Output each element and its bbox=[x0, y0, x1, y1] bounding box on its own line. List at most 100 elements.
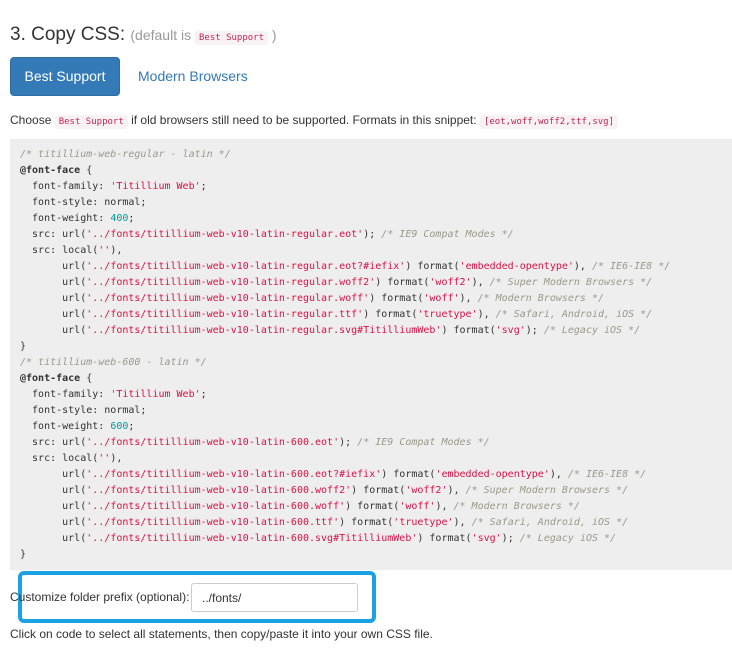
code-token: ); bbox=[525, 325, 544, 336]
code-line: src: url('../fonts/titillium-web-v10-lat… bbox=[20, 227, 732, 243]
code-token: 'truetype' bbox=[393, 517, 454, 528]
code-token: '' bbox=[98, 245, 111, 256]
code-token: url( bbox=[20, 469, 87, 480]
code-token: 'truetype' bbox=[417, 309, 478, 320]
code-token: 'woff2' bbox=[405, 485, 448, 496]
code-line: url('../fonts/titillium-web-v10-latin-60… bbox=[20, 531, 732, 547]
code-line: url('../fonts/titillium-web-v10-latin-re… bbox=[20, 259, 732, 275]
code-token: ) format( bbox=[381, 469, 436, 480]
default-hint-tag: Best Support bbox=[194, 31, 269, 45]
code-token: ), bbox=[549, 469, 568, 480]
code-token: /* IE9 Compat Modes */ bbox=[381, 229, 514, 240]
code-token: ), bbox=[110, 453, 123, 464]
code-token: '../fonts/titillium-web-v10-latin-regula… bbox=[86, 229, 364, 240]
choose-middle: if old browsers still need to be support… bbox=[131, 113, 477, 127]
code-token: /* Legacy iOS */ bbox=[519, 533, 617, 544]
code-token: url( bbox=[20, 277, 87, 288]
code-token: 600 bbox=[110, 421, 129, 432]
modern-browsers-button[interactable]: Modern Browsers bbox=[126, 57, 260, 96]
choose-description: Choose Best Support if old browsers stil… bbox=[10, 113, 618, 129]
code-token: /* Super Modern Browsers */ bbox=[465, 485, 629, 496]
code-token: ), bbox=[459, 293, 478, 304]
code-token: '../fonts/titillium-web-v10-latin-600.eo… bbox=[86, 469, 382, 480]
default-hint: (default is Best Support ) bbox=[130, 27, 277, 45]
code-line: font-style: normal; bbox=[20, 195, 732, 211]
code-token: '../fonts/titillium-web-v10-latin-600.eo… bbox=[86, 437, 340, 448]
code-line: @font-face { bbox=[20, 163, 732, 179]
folder-prefix-input[interactable] bbox=[191, 583, 358, 612]
code-token: font-style: normal; bbox=[20, 405, 147, 416]
code-token: 'woff2' bbox=[429, 277, 472, 288]
code-token: 'svg' bbox=[495, 325, 526, 336]
code-token: ) format( bbox=[351, 485, 406, 496]
code-token: '../fonts/titillium-web-v10-latin-600.wo… bbox=[86, 501, 346, 512]
default-hint-prefix: (default is bbox=[130, 27, 192, 43]
code-token: ; bbox=[200, 181, 207, 192]
code-token: src: local( bbox=[20, 245, 99, 256]
prefix-label: Customize folder prefix (optional): bbox=[10, 590, 190, 604]
code-token: /* Modern Browsers */ bbox=[477, 293, 605, 304]
code-token: ), bbox=[471, 277, 490, 288]
code-token: /* titillium-web-600 - latin */ bbox=[20, 357, 207, 368]
code-token: src: url( bbox=[20, 229, 87, 240]
formats-tag: [eot,woff,woff2,ttf,svg] bbox=[479, 115, 618, 129]
code-token: url( bbox=[20, 309, 87, 320]
code-line: url('../fonts/titillium-web-v10-latin-60… bbox=[20, 483, 732, 499]
code-token: '../fonts/titillium-web-v10-latin-600.sv… bbox=[86, 533, 418, 544]
code-token: '' bbox=[98, 453, 111, 464]
code-token: '../fonts/titillium-web-v10-latin-regula… bbox=[86, 261, 406, 272]
code-token: /* Legacy iOS */ bbox=[543, 325, 641, 336]
code-token: ) format( bbox=[441, 325, 496, 336]
footnote: Click on code to select all statements, … bbox=[10, 627, 433, 641]
code-token: /* Safari, Android, iOS */ bbox=[495, 309, 653, 320]
code-line: url('../fonts/titillium-web-v10-latin-60… bbox=[20, 467, 732, 483]
code-token: /* IE6-IE8 */ bbox=[567, 469, 647, 480]
code-line: url('../fonts/titillium-web-v10-latin-60… bbox=[20, 515, 732, 531]
code-token: 'woff' bbox=[423, 293, 460, 304]
code-token: ) format( bbox=[417, 533, 472, 544]
code-token: font-style: normal; bbox=[20, 197, 147, 208]
code-token: font-weight: bbox=[20, 213, 111, 224]
code-line: font-family: 'Titillium Web'; bbox=[20, 387, 732, 403]
section-title: 3. Copy CSS: bbox=[10, 24, 126, 45]
code-token: font-weight: bbox=[20, 421, 111, 432]
code-token: ; bbox=[128, 213, 135, 224]
best-support-button[interactable]: Best Support bbox=[10, 57, 120, 96]
code-token: '../fonts/titillium-web-v10-latin-600.tt… bbox=[86, 517, 340, 528]
code-token: 'woff' bbox=[399, 501, 436, 512]
section-heading: 3. Copy CSS: (default is Best Support ) bbox=[10, 24, 277, 46]
code-line: font-weight: 400; bbox=[20, 211, 732, 227]
code-token: } bbox=[20, 341, 27, 352]
code-token: url( bbox=[20, 501, 87, 512]
code-token: '../fonts/titillium-web-v10-latin-regula… bbox=[86, 325, 442, 336]
code-token: ), bbox=[453, 517, 472, 528]
code-token: 'Titillium Web' bbox=[110, 181, 201, 192]
code-line: url('../fonts/titillium-web-v10-latin-re… bbox=[20, 323, 732, 339]
code-token: ; bbox=[200, 389, 207, 400]
code-token: url( bbox=[20, 533, 87, 544]
code-token: '../fonts/titillium-web-v10-latin-600.wo… bbox=[86, 485, 352, 496]
code-token: url( bbox=[20, 517, 87, 528]
code-token: /* IE9 Compat Modes */ bbox=[357, 437, 490, 448]
code-token: ) format( bbox=[363, 309, 418, 320]
code-line: } bbox=[20, 339, 732, 355]
code-line: @font-face { bbox=[20, 371, 732, 387]
code-token: /* IE6-IE8 */ bbox=[591, 261, 671, 272]
choose-tag: Best Support bbox=[54, 115, 128, 129]
code-line: src: url('../fonts/titillium-web-v10-lat… bbox=[20, 435, 732, 451]
code-token: url( bbox=[20, 325, 87, 336]
default-hint-suffix: ) bbox=[271, 27, 277, 43]
css-code-block[interactable]: /* titillium-web-regular - latin */ @font… bbox=[10, 139, 732, 570]
code-token: { bbox=[80, 373, 93, 384]
code-line: font-style: normal; bbox=[20, 403, 732, 419]
code-token: src: local( bbox=[20, 453, 99, 464]
code-line: font-family: 'Titillium Web'; bbox=[20, 179, 732, 195]
code-token: ) format( bbox=[369, 293, 424, 304]
code-line: src: local(''), bbox=[20, 451, 732, 467]
code-token: ) format( bbox=[339, 517, 394, 528]
code-token: '../fonts/titillium-web-v10-latin-regula… bbox=[86, 293, 370, 304]
code-token: url( bbox=[20, 261, 87, 272]
code-token: { bbox=[80, 165, 93, 176]
code-token: ), bbox=[447, 485, 466, 496]
code-token: font-family: bbox=[20, 389, 111, 400]
